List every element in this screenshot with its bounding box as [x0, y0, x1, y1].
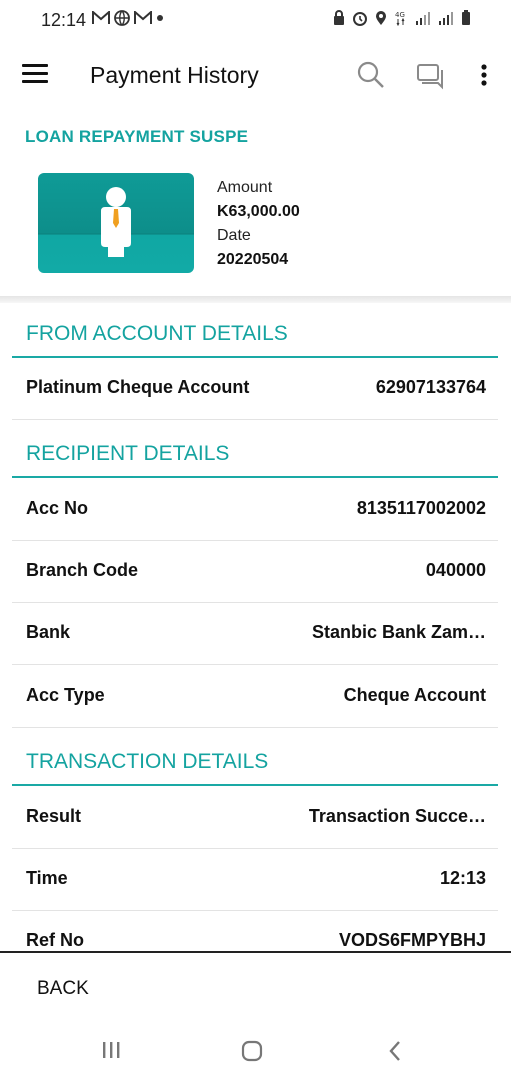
time-label: Time: [26, 868, 68, 888]
signal-icon: [416, 12, 430, 25]
bottom-bar: BACK: [0, 951, 511, 1082]
transaction-title: TRANSACTION DETAILS: [26, 750, 269, 773]
person-icon: [101, 187, 131, 257]
recipient-bank-row: Bank Stanbic Bank Zam…: [12, 602, 498, 665]
gmail-icon: [92, 11, 110, 24]
dot-icon: [157, 15, 163, 21]
from-account-header: FROM ACCOUNT DETAILS: [12, 316, 498, 358]
globe-icon: [114, 10, 130, 26]
acc-no-value: 8135117002002: [356, 498, 486, 518]
lock-icon: [334, 10, 344, 25]
acc-type-label: Acc Type: [26, 685, 105, 705]
amount-value: K63,000.00: [217, 203, 300, 220]
ref-no-label: Ref No: [26, 930, 84, 950]
section-divider: [0, 296, 511, 303]
back-nav-icon[interactable]: [386, 1040, 404, 1062]
amount-label: Amount: [217, 179, 273, 196]
result-value: Transaction Succe…: [308, 806, 486, 826]
menu-button[interactable]: [22, 64, 48, 86]
network-4g-icon: 4G: [395, 11, 405, 26]
recipient-acc-type-row: Acc Type Cheque Account: [12, 665, 498, 728]
recipient-title: RECIPIENT DETAILS: [26, 442, 230, 465]
transaction-time-row: Time 12:13: [12, 848, 498, 911]
menu-icon-bar: [22, 72, 48, 75]
from-account-row: Platinum Cheque Account 62907133764: [12, 357, 498, 420]
date-label: Date: [217, 227, 251, 244]
transaction-header: TRANSACTION DETAILS: [12, 744, 498, 786]
gmail-icon-2: [134, 11, 152, 24]
svg-text:4G: 4G: [395, 11, 405, 19]
branch-code-value: 040000: [425, 560, 486, 580]
app-bar: Payment History: [0, 40, 511, 112]
menu-icon-bar: [22, 64, 48, 67]
battery-icon: [462, 10, 470, 25]
transaction-result-row: Result Transaction Succe…: [12, 786, 498, 849]
recipient-header: RECIPIENT DETAILS: [12, 436, 498, 478]
chat-icon[interactable]: [415, 60, 445, 90]
time-value: 12:13: [439, 868, 486, 888]
acc-no-label: Acc No: [26, 498, 89, 518]
location-icon: [376, 11, 386, 25]
branch-code-label: Branch Code: [26, 560, 139, 580]
bank-label: Bank: [26, 622, 71, 642]
bank-value: Stanbic Bank Zam…: [311, 622, 486, 642]
from-account-title: FROM ACCOUNT DETAILS: [26, 322, 288, 345]
recipient-branch-row: Branch Code 040000: [12, 540, 498, 603]
status-time: 12:14: [41, 10, 87, 30]
system-icons: 4G: [333, 10, 471, 26]
date-value: 20220504: [217, 251, 289, 268]
notification-icons: [92, 10, 164, 26]
payment-title: LOAN REPAYMENT SUSPE: [25, 127, 249, 146]
more-options-icon[interactable]: [469, 60, 499, 90]
account-name: Platinum Cheque Account: [26, 377, 250, 397]
payment-summary: LOAN REPAYMENT SUSPE Amount K63,000.00 D…: [0, 112, 511, 298]
menu-icon-bar: [22, 80, 48, 83]
home-icon[interactable]: [241, 1040, 263, 1062]
result-label: Result: [26, 806, 82, 826]
signal-icon-2: [439, 12, 453, 25]
person-avatar: [38, 173, 194, 273]
acc-type-value: Cheque Account: [343, 685, 486, 705]
search-icon[interactable]: [356, 60, 386, 90]
recipient-acc-no-row: Acc No 8135117002002: [12, 478, 498, 541]
page-title: Payment History: [90, 62, 259, 88]
alarm-icon: [353, 12, 367, 26]
account-number: 62907133764: [375, 377, 486, 397]
back-button[interactable]: BACK: [37, 978, 89, 1000]
status-bar: 12:14 4G: [0, 0, 511, 40]
ref-no-value: VODS6FMPYBHJ: [338, 930, 486, 950]
recent-apps-icon[interactable]: [101, 1040, 121, 1060]
